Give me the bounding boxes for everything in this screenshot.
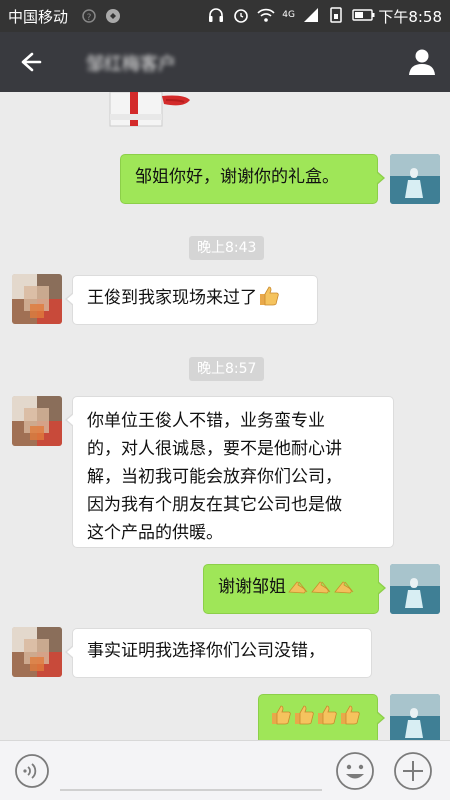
message-input[interactable]	[60, 789, 322, 791]
thumbs-up-icon	[318, 705, 337, 725]
svg-text:?: ?	[87, 13, 92, 23]
wifi-icon	[257, 8, 275, 22]
clock: 下午8:58	[378, 8, 442, 26]
sim-icon	[330, 7, 342, 23]
profile-icon[interactable]	[406, 46, 438, 78]
contact-avatar[interactable]	[12, 627, 62, 677]
message-text: 谢谢邹姐	[218, 577, 286, 597]
message-text: 邹姐你好，谢谢你的礼盒。	[135, 167, 339, 187]
message-list[interactable]: 邹姐你好，谢谢你的礼盒。 晚上8:43 王俊到我家现场来过了 晚上8:57 你单…	[0, 92, 450, 740]
network-type: 4G	[282, 10, 295, 20]
headphones-icon	[209, 8, 224, 22]
message-bubble[interactable]	[258, 694, 385, 740]
chat-header: 邹红梅客户	[0, 32, 450, 92]
back-arrow-icon[interactable]	[14, 47, 44, 77]
my-avatar[interactable]	[390, 154, 440, 204]
battery-icon	[352, 9, 375, 21]
alarm-icon	[234, 9, 249, 23]
cellular-icon	[304, 8, 318, 22]
voice-icon[interactable]	[14, 753, 50, 789]
chat-title: 邹红梅客户	[86, 54, 176, 75]
message-line: 你单位王俊人不错，业务蛮专业	[87, 411, 325, 431]
thumbs-up-icon	[295, 705, 314, 725]
timestamp: 晚上8:43	[189, 236, 265, 260]
message-bubble[interactable]: 事实证明我选择你们公司没错，	[65, 628, 372, 678]
contact-avatar[interactable]	[12, 396, 62, 446]
status-bar: 中国移动 ? 4G 下午8:58	[0, 0, 450, 32]
input-bar	[0, 740, 450, 800]
message-line: 解，当初我可能会放弃你们公司，	[87, 467, 342, 487]
my-avatar[interactable]	[390, 694, 440, 740]
smiley-icon[interactable]	[335, 751, 375, 791]
folded-hands-icon	[288, 581, 308, 594]
thumbs-up-icon	[260, 286, 279, 306]
thumbs-up-icon	[272, 705, 291, 725]
message-line: 的，对人很诚恳，要不是他耐心讲	[87, 439, 342, 459]
signal-icon: ?	[82, 9, 96, 23]
message-text: 王俊到我家现场来过了	[87, 288, 257, 308]
my-avatar[interactable]	[390, 564, 440, 614]
message-bubble[interactable]: 你单位王俊人不错，业务蛮专业 的，对人很诚恳，要不是他耐心讲 解，当初我可能会放…	[65, 396, 394, 548]
contact-avatar[interactable]	[12, 274, 62, 324]
message-line: 这个产品的供暖。	[87, 523, 223, 543]
message-bubble[interactable]: 邹姐你好，谢谢你的礼盒。	[120, 154, 385, 204]
carrier-name: 中国移动	[8, 8, 69, 26]
folded-hands-icon	[334, 581, 354, 594]
timestamp: 晚上8:57	[189, 357, 265, 381]
message-text: 事实证明我选择你们公司没错，	[87, 641, 325, 661]
plus-icon[interactable]	[393, 751, 433, 791]
message-line: 因为我有个朋友在其它公司也是做	[87, 495, 342, 515]
message-bubble[interactable]: 王俊到我家现场来过了	[65, 275, 318, 325]
message-bubble[interactable]: 谢谢邹姐	[203, 564, 386, 614]
folded-hands-icon	[311, 581, 331, 594]
thumbs-up-icon	[341, 705, 360, 725]
gift-box-image[interactable]	[104, 92, 194, 130]
notification-icon	[106, 9, 120, 23]
